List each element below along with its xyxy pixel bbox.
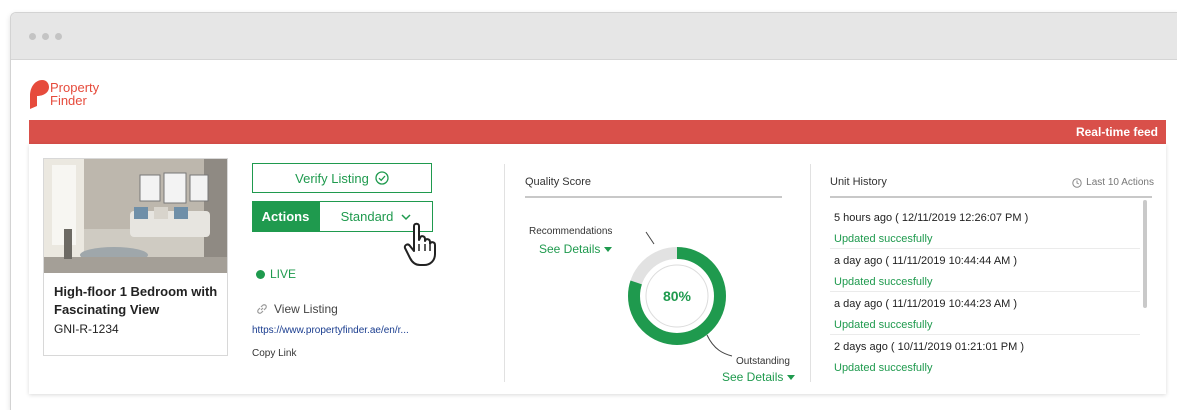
unit-history-underline: [830, 196, 1152, 198]
quality-score-underline: [525, 196, 782, 198]
outstanding-see-details[interactable]: See Details: [722, 370, 796, 384]
link-icon: [257, 304, 267, 314]
history-time: a day ago ( 11/11/2019 10:44:23 AM ): [834, 298, 1018, 310]
view-listing-label: View Listing: [274, 302, 338, 316]
history-status: Updated succesfully: [834, 276, 933, 288]
last-actions-label: Last 10 Actions: [1086, 177, 1154, 188]
live-dot-icon: [256, 269, 265, 279]
recommendations-see-details[interactable]: See Details: [539, 242, 613, 256]
history-item: a day ago ( 11/11/2019 10:44:23 AM ) Upd…: [830, 292, 1140, 335]
quality-score-title: Quality Score: [525, 176, 592, 188]
view-listing-link[interactable]: View Listing: [256, 302, 338, 316]
window-dot-icon[interactable]: [42, 33, 49, 40]
listing-url-link[interactable]: https://www.propertyfinder.ae/en/r...: [252, 325, 409, 336]
history-time: a day ago ( 11/11/2019 10:44:44 AM ): [834, 255, 1018, 267]
history-status: Updated succesfully: [834, 233, 933, 245]
outstanding-label: Outstanding: [736, 356, 790, 367]
clock-icon: [1072, 177, 1082, 188]
realtime-feed-bar: Real-time feed: [29, 120, 1166, 144]
actions-button[interactable]: Actions: [252, 201, 319, 232]
window-titlebar: [11, 13, 1177, 60]
history-scrollbar[interactable]: [1143, 200, 1147, 308]
history-time: 5 hours ago ( 12/11/2019 12:26:07 PM ): [834, 212, 1029, 224]
realtime-feed-label[interactable]: Real-time feed: [1076, 125, 1158, 139]
quality-score-value: 80%: [662, 288, 692, 304]
hand-cursor-icon: [403, 222, 436, 266]
living-room-photo: [44, 159, 227, 273]
logo-mark-icon: [30, 80, 49, 109]
unit-history-title: Unit History: [830, 176, 887, 188]
last-actions-filter[interactable]: Last 10 Actions: [1072, 177, 1154, 188]
window-dot-icon[interactable]: [55, 33, 62, 40]
column-divider: [810, 164, 811, 382]
history-status: Updated succesfully: [834, 362, 933, 374]
listing-panel: High-floor 1 Bedroom with Fascinating Vi…: [29, 144, 1166, 394]
quality-score-gauge: 80%: [623, 242, 731, 350]
see-details-label: See Details: [539, 242, 601, 256]
unit-history-list[interactable]: 5 hours ago ( 12/11/2019 12:26:07 PM ) U…: [830, 206, 1140, 374]
standard-label: Standard: [340, 209, 394, 224]
caret-down-icon: [787, 374, 796, 380]
copy-link-button[interactable]: Copy Link: [252, 348, 296, 359]
recommendations-label: Recommendations: [529, 226, 613, 237]
listing-title: High-floor 1 Bedroom with Fascinating Vi…: [54, 284, 218, 317]
property-finder-logo[interactable]: Property Finder: [28, 76, 128, 114]
history-item: 5 hours ago ( 12/11/2019 12:26:07 PM ) U…: [830, 206, 1140, 249]
listing-card[interactable]: High-floor 1 Bedroom with Fascinating Vi…: [43, 158, 228, 356]
column-divider: [504, 164, 505, 382]
window-dot-icon[interactable]: [29, 33, 36, 40]
history-status: Updated succesfully: [834, 319, 933, 331]
listing-reference: GNI-R-1234: [54, 322, 119, 336]
history-time: 2 days ago ( 10/11/2019 01:21:01 PM ): [834, 341, 1024, 353]
check-circle-icon: [375, 171, 389, 185]
logo-text: Property Finder: [50, 80, 100, 108]
history-item: 2 days ago ( 10/11/2019 01:21:01 PM ) Up…: [830, 335, 1140, 374]
status-label: LIVE: [270, 267, 297, 281]
listing-status: LIVE: [256, 267, 296, 281]
history-item: a day ago ( 11/11/2019 10:44:44 AM ) Upd…: [830, 249, 1140, 292]
verify-listing-button[interactable]: Verify Listing: [252, 163, 432, 193]
verify-listing-label: Verify Listing: [295, 170, 369, 186]
browser-window: Property Finder Real-time feed High-floo…: [10, 12, 1177, 410]
see-details-label: See Details: [722, 370, 784, 384]
